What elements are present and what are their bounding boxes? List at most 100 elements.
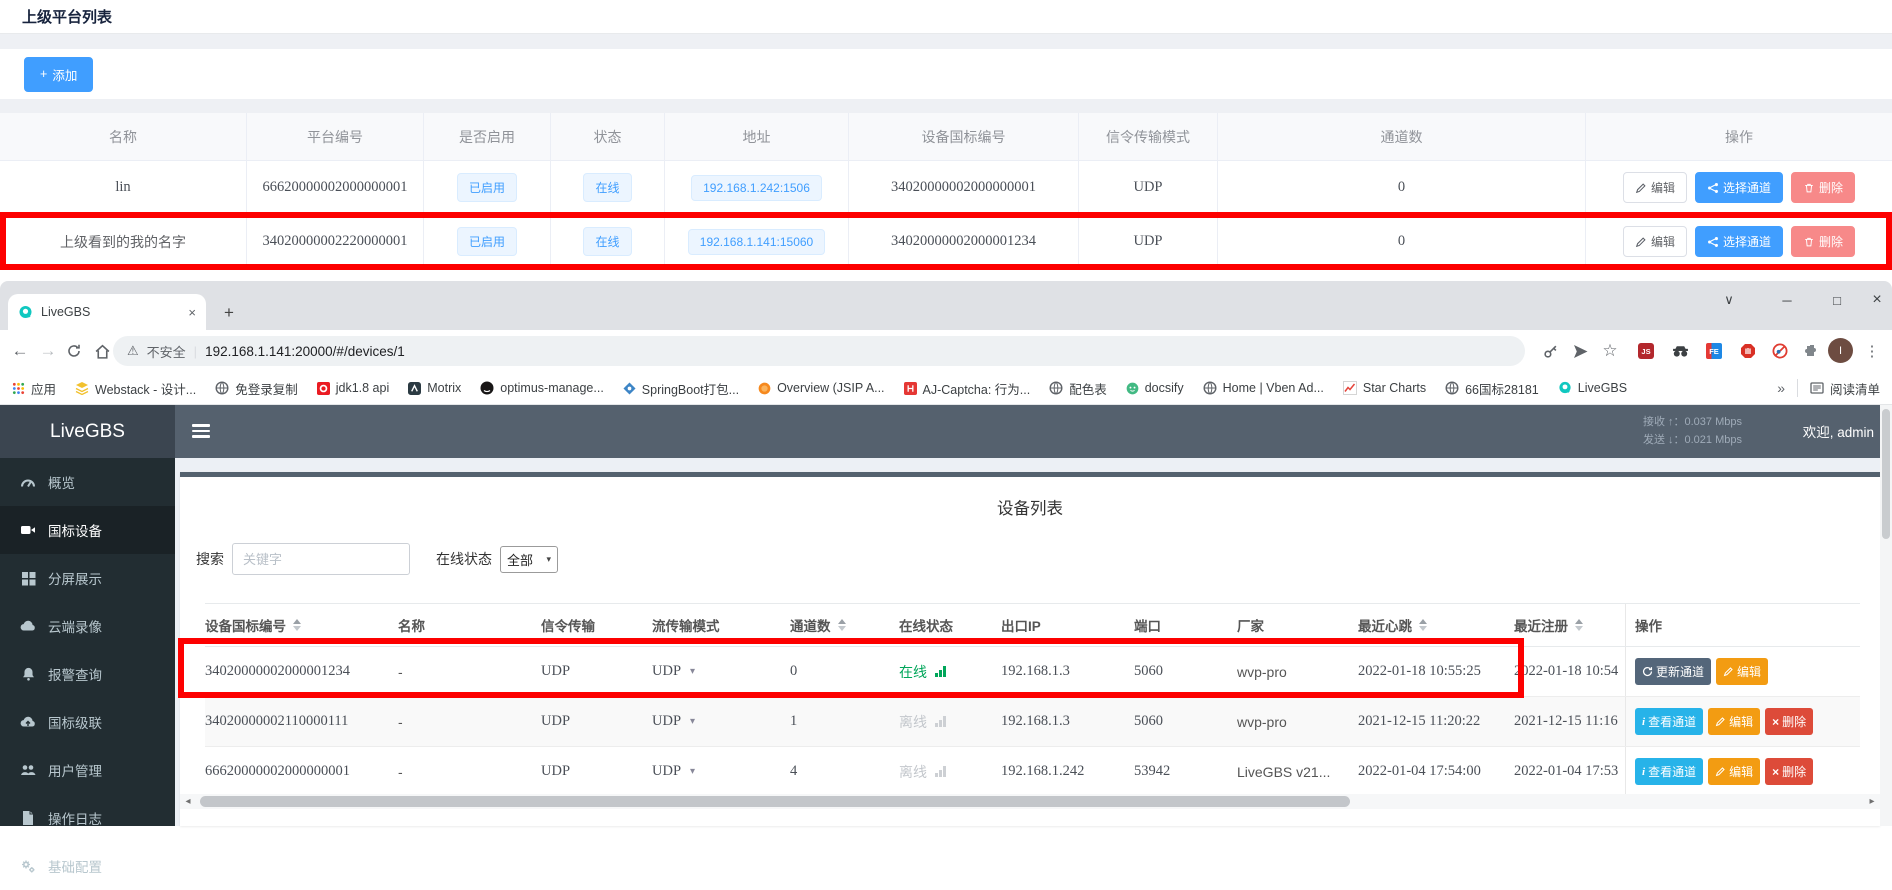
horizontal-scrollbar-thumb[interactable] xyxy=(200,796,1350,807)
bookmarks-overflow-chevron[interactable]: » xyxy=(1777,380,1785,396)
col-device-id[interactable]: 设备国标编号 xyxy=(205,604,301,646)
bookmark-jdk-api[interactable]: jdk1.8 api xyxy=(317,381,390,395)
sort-icon xyxy=(838,619,846,631)
extension-fe-icon[interactable]: FE xyxy=(1702,339,1726,363)
bookmark-motrix[interactable]: Motrix xyxy=(408,381,461,395)
aj-captcha-icon xyxy=(904,382,917,395)
pencil-icon xyxy=(1635,182,1647,194)
window-close-icon[interactable]: × xyxy=(1862,287,1892,313)
welcome-user[interactable]: 欢迎, admin xyxy=(1803,421,1874,441)
browser-menu-dots-icon[interactable]: ⋮ xyxy=(1860,339,1884,363)
hamburger-menu-icon[interactable] xyxy=(192,424,210,438)
select-channel-button[interactable]: 选择通道 xyxy=(1695,226,1783,257)
vertical-scrollbar-thumb[interactable] xyxy=(1882,409,1890,539)
col-heartbeat[interactable]: 最近心跳 xyxy=(1358,604,1427,646)
search-input[interactable] xyxy=(232,543,410,575)
online-status-select[interactable]: 全部 ▾ xyxy=(500,546,558,573)
url-text[interactable]: 192.168.1.141:20000/#/devices/1 xyxy=(205,344,405,359)
add-button[interactable]: + 添加 xyxy=(24,57,93,92)
new-tab-button[interactable]: + xyxy=(216,300,242,326)
extension-js-icon[interactable]: JS xyxy=(1634,339,1658,363)
device-ip: 192.168.1.242 xyxy=(1001,747,1084,796)
col-header-channels: 通道数 xyxy=(1218,113,1586,161)
bookmark-livegbs[interactable]: LiveGBS xyxy=(1558,381,1627,395)
bookmark-gb28181[interactable]: 66国标28181 xyxy=(1445,379,1539,398)
reading-list-button[interactable]: 阅读清单 xyxy=(1810,379,1880,398)
online-status-link[interactable]: 在线 xyxy=(899,647,946,696)
bookmark-vben-home[interactable]: Home | Vben Ad... xyxy=(1203,381,1324,395)
horizontal-scrollbar[interactable]: ◂ ▸ xyxy=(180,794,1880,809)
bookmark-optimus-manage[interactable]: optimus-manage... xyxy=(480,381,604,395)
back-icon[interactable]: ← xyxy=(8,339,32,363)
stream-mode-dropdown[interactable]: UDP▾ xyxy=(652,747,695,796)
bookmark-webstack[interactable]: Webstack - 设计... xyxy=(75,379,196,398)
address-bar[interactable]: ⚠ 不安全 | 192.168.1.141:20000/#/devices/1 xyxy=(113,336,1525,366)
bookmark-color-table[interactable]: 配色表 xyxy=(1049,379,1107,398)
online-status-label: 在线状态 xyxy=(436,549,492,569)
reload-icon[interactable] xyxy=(62,339,86,363)
delete-button[interactable]: × 删除 xyxy=(1765,708,1813,735)
bookmark-aj-captcha[interactable]: AJ-Captcha: 行为... xyxy=(904,379,1031,398)
col-registered[interactable]: 最近注册 xyxy=(1514,604,1626,646)
extensions-puzzle-icon[interactable] xyxy=(1800,339,1824,363)
window-minimize-icon[interactable]: ─ xyxy=(1772,287,1802,313)
online-status-link[interactable]: 离线 xyxy=(899,697,946,746)
edit-button[interactable]: 编辑 xyxy=(1716,658,1768,685)
col-channels[interactable]: 通道数 xyxy=(790,604,846,646)
delete-button[interactable]: × 删除 xyxy=(1765,758,1813,785)
extension-stop-hand-icon[interactable] xyxy=(1736,339,1760,363)
profile-avatar[interactable]: I xyxy=(1828,338,1853,363)
stream-mode-dropdown[interactable]: UDP▾ xyxy=(652,697,695,746)
sidebar-item-devices[interactable]: 国标设备 xyxy=(0,506,175,554)
row-actions: 更新通道 编辑 xyxy=(1625,647,1860,696)
sidebar-item-basic-config[interactable]: 基础配置 xyxy=(0,842,175,890)
bookmark-overview-jsip[interactable]: Overview (JSIP A... xyxy=(758,381,884,395)
home-icon[interactable] xyxy=(90,339,114,363)
sort-icon xyxy=(1419,619,1427,631)
window-maximize-icon[interactable]: □ xyxy=(1822,287,1852,313)
star-icon[interactable]: ☆ xyxy=(1598,339,1622,363)
sidebar-item-split-screen[interactable]: 分屏展示 xyxy=(0,554,175,602)
tab-close-icon[interactable]: × xyxy=(188,305,196,320)
device-ip: 192.168.1.3 xyxy=(1001,697,1070,746)
refresh-icon xyxy=(1642,666,1653,677)
delete-button[interactable]: 删除 xyxy=(1791,172,1855,203)
sidebar-item-overview[interactable]: 概览 xyxy=(0,458,175,506)
select-channel-button[interactable]: 选择通道 xyxy=(1695,172,1783,203)
security-chip[interactable]: 不安全 xyxy=(147,342,186,361)
view-channels-button[interactable]: i 查看通道 xyxy=(1635,708,1703,735)
sidebar-item-cloud-record[interactable]: 云端录像 xyxy=(0,602,175,650)
edit-button[interactable]: 编辑 xyxy=(1708,708,1760,735)
send-icon[interactable] xyxy=(1568,339,1592,363)
extension-incognito-icon[interactable] xyxy=(1668,339,1692,363)
update-channels-button[interactable]: 更新通道 xyxy=(1635,658,1711,685)
browser-tab[interactable]: LiveGBS × xyxy=(8,294,206,330)
sidebar-item-cascade[interactable]: 国标级联 xyxy=(0,698,175,746)
edit-button[interactable]: 编辑 xyxy=(1708,758,1760,785)
vertical-scrollbar[interactable] xyxy=(1880,405,1892,826)
bookmark-copy-free[interactable]: 免登录复制 xyxy=(215,379,298,398)
bookmark-docsify[interactable]: docsify xyxy=(1126,381,1184,395)
edit-button[interactable]: 编辑 xyxy=(1623,172,1687,203)
view-channels-button[interactable]: i 查看通道 xyxy=(1635,758,1703,785)
search-label: 搜索 xyxy=(196,549,224,569)
delete-button[interactable]: 删除 xyxy=(1791,226,1855,257)
bookmark-springboot[interactable]: SpringBoot打包... xyxy=(623,379,739,398)
window-chevron-icon[interactable]: ∨ xyxy=(1714,287,1744,313)
scroll-left-icon[interactable]: ◂ xyxy=(180,794,196,809)
col-stream-mode: 流传输模式 xyxy=(652,604,720,646)
plus-icon: + xyxy=(40,67,47,81)
key-icon[interactable] xyxy=(1538,339,1562,363)
online-status-link[interactable]: 离线 xyxy=(899,747,946,796)
sidebar-item-user-management[interactable]: 用户管理 xyxy=(0,746,175,794)
forward-icon[interactable]: → xyxy=(36,339,60,363)
app-brand[interactable]: LiveGBS xyxy=(0,405,175,458)
sidebar-item-alarm-query[interactable]: 报警查询 xyxy=(0,650,175,698)
edit-button[interactable]: 编辑 xyxy=(1623,226,1687,257)
bookmark-apps[interactable]: 应用 xyxy=(12,379,56,398)
extension-blocker-icon[interactable] xyxy=(1768,339,1792,363)
stream-mode-dropdown[interactable]: UDP▾ xyxy=(652,647,695,696)
sidebar-item-operation-log[interactable]: 操作日志 xyxy=(0,794,175,842)
bookmark-star-charts[interactable]: Star Charts xyxy=(1343,381,1426,395)
scroll-right-icon[interactable]: ▸ xyxy=(1864,794,1880,809)
